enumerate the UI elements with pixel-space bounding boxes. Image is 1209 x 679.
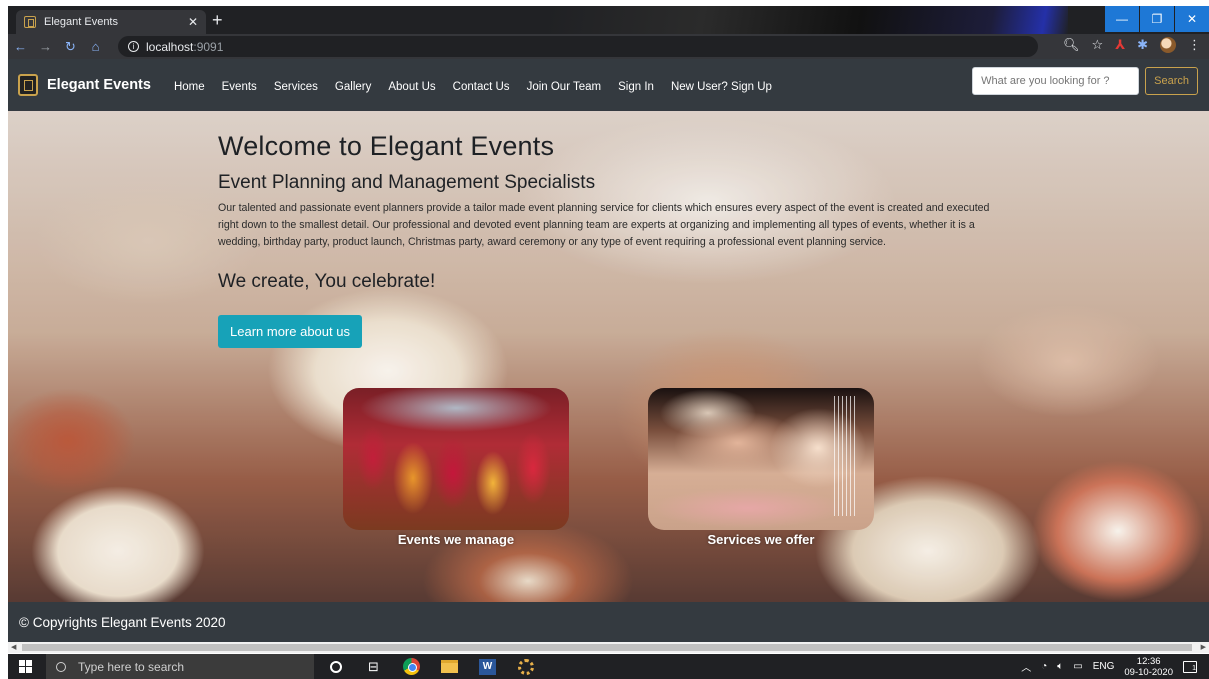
bookmark-star-icon[interactable]: ☆ bbox=[1092, 37, 1104, 53]
search-button[interactable]: Search bbox=[1145, 67, 1198, 95]
windows-taskbar: Type here to search ⊟ W ︿ ◔ 🔈︎ ▭ ENG 12:… bbox=[8, 654, 1209, 679]
scrollbar-thumb[interactable] bbox=[22, 644, 1192, 651]
word-app-icon[interactable]: W bbox=[478, 657, 497, 676]
language-indicator[interactable]: ENG bbox=[1093, 661, 1115, 672]
window-controls: — ❐ ✕ bbox=[1104, 6, 1209, 34]
cortana-icon[interactable] bbox=[326, 657, 345, 676]
restore-button[interactable]: ❐ bbox=[1140, 6, 1174, 32]
url-port: :9091 bbox=[193, 39, 224, 54]
home-icon[interactable]: ⌂ bbox=[83, 39, 108, 54]
horizontal-scrollbar[interactable]: ◀ ▶ bbox=[8, 642, 1209, 653]
nav-join-our-team[interactable]: Join Our Team bbox=[527, 81, 602, 93]
system-tray: ︿ ◔ 🔈︎ ▭ ENG 12:36 09-10-2020 1 bbox=[1021, 654, 1197, 679]
network-icon[interactable]: ◔ bbox=[1041, 661, 1047, 672]
close-window-button[interactable]: ✕ bbox=[1175, 6, 1209, 32]
forward-arrow-icon[interactable]: → bbox=[33, 39, 58, 54]
pdf-extension-icon[interactable]: ⅄ bbox=[1115, 37, 1125, 53]
browser-toolbar: ← → ↻ ⌂ i localhost:9091 🔍︎ ☆ ⅄ ✱ ⋮ bbox=[8, 34, 1209, 59]
search-input[interactable] bbox=[972, 67, 1140, 95]
chrome-app-icon[interactable] bbox=[402, 657, 421, 676]
battery-icon[interactable]: ▭ bbox=[1073, 661, 1082, 672]
clock-date: 09-10-2020 bbox=[1124, 666, 1173, 678]
services-caption: Services we offer bbox=[707, 532, 815, 547]
events-image[interactable] bbox=[343, 388, 569, 530]
extensions-puzzle-icon[interactable]: ✱ bbox=[1137, 37, 1148, 53]
tray-chevron-up-icon[interactable]: ︿ bbox=[1021, 659, 1031, 674]
hero-tagline: We create, You celebrate! bbox=[218, 271, 436, 292]
volume-icon[interactable]: 🔈︎ bbox=[1057, 661, 1063, 672]
profile-avatar[interactable] bbox=[1160, 37, 1176, 53]
address-bar[interactable]: i localhost:9091 bbox=[118, 36, 1038, 57]
tab-close-icon[interactable]: ✕ bbox=[188, 15, 198, 29]
nav-links: Home Events Services Gallery About Us Co… bbox=[174, 77, 789, 93]
taskbar-clock[interactable]: 12:36 09-10-2020 bbox=[1124, 656, 1173, 678]
url-host: localhost bbox=[146, 39, 194, 54]
file-explorer-icon[interactable] bbox=[440, 657, 459, 676]
footer-copyright: © Copyrights Elegant Events 2020 bbox=[19, 614, 226, 630]
hero-section: Welcome to Elegant Events Event Planning… bbox=[8, 111, 1209, 602]
services-card[interactable]: Services we offer bbox=[648, 388, 874, 547]
brand-logo-icon bbox=[18, 74, 38, 96]
browser-tab[interactable]: Elegant Events ✕ bbox=[16, 10, 206, 34]
brand-name: Elegant Events bbox=[47, 77, 151, 93]
browser-tab-strip: Elegant Events ✕ + — ❐ ✕ bbox=[8, 6, 1209, 34]
nav-sign-up[interactable]: New User? Sign Up bbox=[671, 81, 772, 93]
search-icon bbox=[56, 661, 66, 672]
hero-content: Welcome to Elegant Events Event Planning… bbox=[218, 131, 1008, 348]
window-left-edge bbox=[0, 0, 8, 679]
task-view-icon[interactable]: ⊟ bbox=[364, 657, 383, 676]
events-card[interactable]: Events we manage bbox=[343, 388, 569, 547]
taskbar-search-placeholder: Type here to search bbox=[78, 659, 185, 674]
toolbar-actions: 🔍︎ ☆ ⅄ ✱ ⋮ bbox=[1063, 37, 1201, 53]
windows-start-icon[interactable] bbox=[19, 660, 32, 673]
tab-strip-background bbox=[548, 6, 1068, 34]
hero-title: Welcome to Elegant Events bbox=[218, 131, 555, 161]
reload-icon[interactable]: ↻ bbox=[58, 39, 83, 55]
nav-events[interactable]: Events bbox=[222, 81, 257, 93]
hero-subtitle: Event Planning and Management Specialist… bbox=[218, 172, 596, 193]
site-navbar: Elegant Events Home Events Services Gall… bbox=[8, 59, 1209, 111]
events-caption: Events we manage bbox=[397, 532, 515, 547]
nav-services[interactable]: Services bbox=[274, 81, 318, 93]
nav-gallery[interactable]: Gallery bbox=[335, 81, 371, 93]
site-favicon-icon bbox=[24, 16, 36, 28]
nav-about-us[interactable]: About Us bbox=[388, 81, 435, 93]
brand-link[interactable]: Elegant Events bbox=[18, 74, 151, 96]
tab-title: Elegant Events bbox=[44, 16, 118, 28]
taskbar-search-box[interactable]: Type here to search bbox=[46, 654, 314, 679]
site-footer: © Copyrights Elegant Events 2020 bbox=[8, 602, 1209, 642]
chandelier-decoration bbox=[834, 396, 856, 516]
minimize-button[interactable]: — bbox=[1105, 6, 1139, 32]
hero-description: Our talented and passionate event planne… bbox=[218, 202, 990, 248]
new-tab-button[interactable]: + bbox=[212, 11, 223, 29]
nav-sign-in[interactable]: Sign In bbox=[618, 81, 654, 93]
back-arrow-icon[interactable]: ← bbox=[8, 39, 33, 54]
browser-menu-icon[interactable]: ⋮ bbox=[1188, 37, 1201, 53]
scroll-left-icon[interactable]: ◀ bbox=[11, 642, 16, 653]
site-search: Search bbox=[972, 67, 1198, 95]
scroll-right-icon[interactable]: ▶ bbox=[1201, 642, 1206, 653]
settings-gear-icon[interactable] bbox=[516, 657, 535, 676]
taskbar-apps: ⊟ W bbox=[326, 657, 535, 676]
services-image[interactable] bbox=[648, 388, 874, 530]
site-info-icon[interactable]: i bbox=[128, 41, 139, 52]
nav-contact-us[interactable]: Contact Us bbox=[453, 81, 510, 93]
nav-home[interactable]: Home bbox=[174, 81, 205, 93]
learn-more-button[interactable]: Learn more about us bbox=[218, 315, 362, 348]
notifications-icon[interactable]: 1 bbox=[1183, 660, 1197, 673]
notifications-count: 1 bbox=[1192, 664, 1196, 672]
zoom-icon[interactable]: 🔍︎ bbox=[1063, 37, 1080, 53]
clock-time: 12:36 bbox=[1136, 655, 1161, 667]
